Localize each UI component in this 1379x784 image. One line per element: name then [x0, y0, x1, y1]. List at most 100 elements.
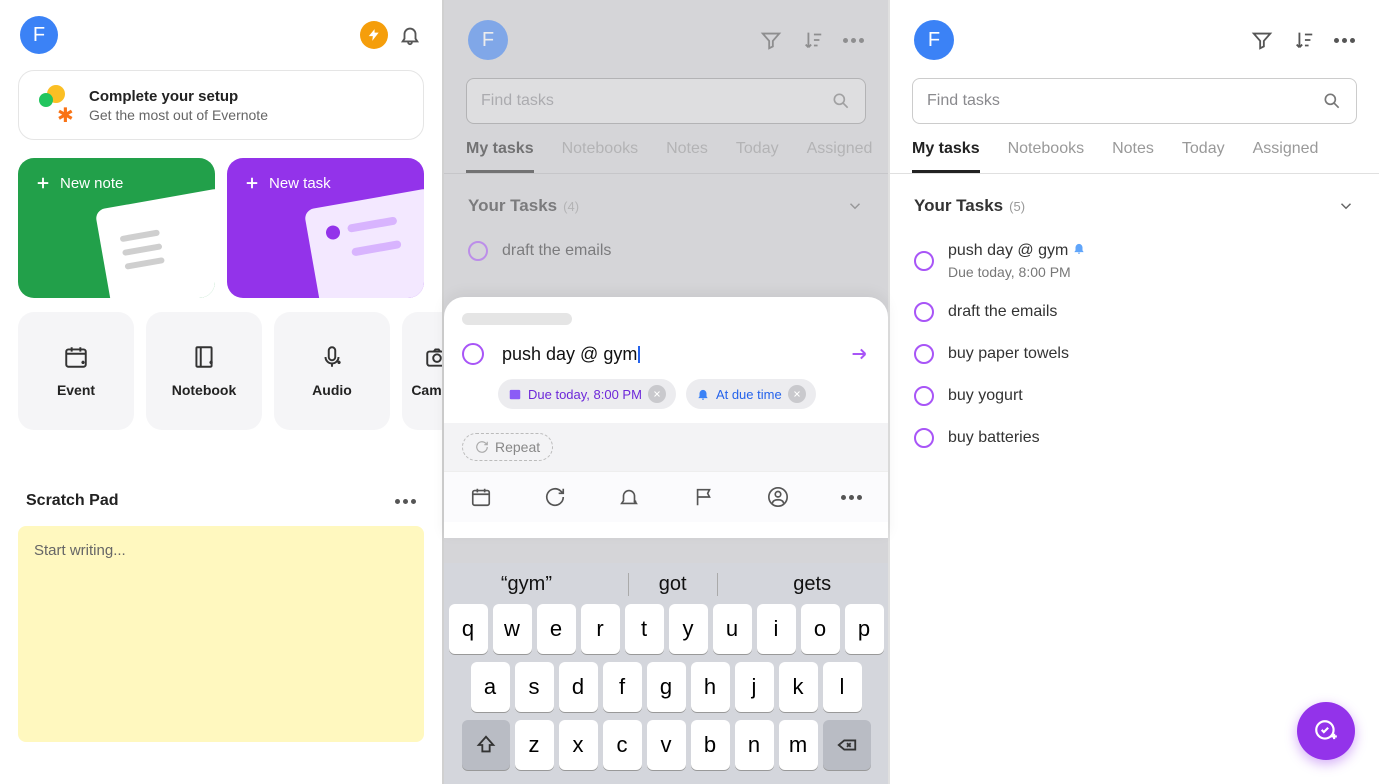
repeat-action-icon[interactable]: [544, 486, 566, 508]
task-checkbox[interactable]: [914, 344, 934, 364]
drag-handle[interactable]: [462, 313, 572, 325]
key-g[interactable]: g: [647, 662, 686, 712]
key-x[interactable]: x: [559, 720, 598, 770]
key-u[interactable]: u: [713, 604, 752, 654]
task-row[interactable]: buy yogurt: [890, 375, 1379, 417]
assign-action-icon[interactable]: [767, 486, 789, 508]
key-w[interactable]: w: [493, 604, 532, 654]
tab-mytasks[interactable]: My tasks: [912, 140, 980, 173]
shift-key[interactable]: [462, 720, 510, 770]
task-checkbox[interactable]: [914, 386, 934, 406]
task-title-input[interactable]: push day @ gym: [502, 344, 637, 365]
task-checkbox[interactable]: [914, 302, 934, 322]
key-r[interactable]: r: [581, 604, 620, 654]
setup-banner[interactable]: Complete your setup Get the most out of …: [18, 70, 424, 140]
avatar[interactable]: F: [914, 20, 954, 60]
task-group-header[interactable]: Your Tasks(4): [444, 174, 888, 230]
filter-icon[interactable]: [1250, 28, 1274, 52]
tab-mytasks[interactable]: My tasks: [466, 140, 534, 173]
avatar[interactable]: F: [20, 16, 58, 54]
task-row[interactable]: push day @ gymDue today, 8:00 PM: [890, 230, 1379, 291]
suggestion[interactable]: got: [628, 573, 718, 596]
task-checkbox[interactable]: [462, 343, 484, 365]
sort-icon[interactable]: [801, 28, 825, 52]
key-y[interactable]: y: [669, 604, 708, 654]
key-z[interactable]: z: [515, 720, 554, 770]
submit-arrow-icon[interactable]: [848, 343, 870, 365]
home-header: F: [0, 0, 442, 70]
remove-chip-icon[interactable]: [648, 385, 666, 403]
task-group-title: Your Tasks: [468, 196, 557, 215]
task-row[interactable]: buy paper towels: [890, 333, 1379, 375]
search-input[interactable]: Find tasks: [912, 78, 1357, 124]
reminder-action-icon[interactable]: [618, 486, 640, 508]
repeat-button[interactable]: Repeat: [462, 433, 553, 461]
key-k[interactable]: k: [779, 662, 818, 712]
new-task-fab[interactable]: [1297, 702, 1355, 760]
notification-icon[interactable]: [398, 23, 422, 47]
key-p[interactable]: p: [845, 604, 884, 654]
more-icon[interactable]: [1334, 38, 1355, 43]
key-c[interactable]: c: [603, 720, 642, 770]
key-f[interactable]: f: [603, 662, 642, 712]
suggestion[interactable]: “gym”: [471, 573, 582, 596]
task-checkbox[interactable]: [914, 428, 934, 448]
new-note-card[interactable]: New note: [18, 158, 215, 298]
remove-chip-icon[interactable]: [788, 385, 806, 403]
key-a[interactable]: a: [471, 662, 510, 712]
reminder-chip[interactable]: At due time: [686, 379, 816, 409]
task-checkbox[interactable]: [468, 241, 488, 261]
search-input[interactable]: Find tasks: [466, 78, 866, 124]
key-i[interactable]: i: [757, 604, 796, 654]
calendar-action-icon[interactable]: [470, 486, 492, 508]
filter-icon[interactable]: [759, 28, 783, 52]
task-row[interactable]: draft the emails: [890, 291, 1379, 333]
tab-notes[interactable]: Notes: [666, 140, 708, 173]
key-m[interactable]: m: [779, 720, 818, 770]
task-group-header[interactable]: Your Tasks(5): [890, 174, 1379, 230]
sort-icon[interactable]: [1292, 28, 1316, 52]
quick-audio-button[interactable]: Audio: [274, 312, 390, 430]
key-b[interactable]: b: [691, 720, 730, 770]
tab-notebooks[interactable]: Notebooks: [1008, 140, 1085, 173]
more-icon[interactable]: [395, 499, 416, 504]
tab-today[interactable]: Today: [736, 140, 779, 173]
tab-assigned[interactable]: Assigned: [1253, 140, 1319, 173]
key-s[interactable]: s: [515, 662, 554, 712]
scratch-pad[interactable]: Start writing...: [18, 526, 424, 742]
quick-notebook-button[interactable]: Notebook: [146, 312, 262, 430]
task-group-title: Your Tasks: [914, 196, 1003, 215]
more-icon[interactable]: [841, 486, 862, 508]
tab-notebooks[interactable]: Notebooks: [562, 140, 639, 173]
plus-icon: [34, 174, 52, 192]
due-date-chip[interactable]: Due today, 8:00 PM: [498, 379, 676, 409]
task-title: buy yogurt: [948, 387, 1023, 405]
key-h[interactable]: h: [691, 662, 730, 712]
quick-event-button[interactable]: Event: [18, 312, 134, 430]
key-t[interactable]: t: [625, 604, 664, 654]
key-j[interactable]: j: [735, 662, 774, 712]
key-n[interactable]: n: [735, 720, 774, 770]
task-row[interactable]: draft the emails: [444, 230, 888, 272]
more-icon[interactable]: [843, 38, 864, 43]
new-task-card[interactable]: New task: [227, 158, 424, 298]
upgrade-icon[interactable]: [360, 21, 388, 49]
key-d[interactable]: d: [559, 662, 598, 712]
avatar[interactable]: F: [468, 20, 508, 60]
search-icon: [831, 91, 851, 111]
key-v[interactable]: v: [647, 720, 686, 770]
tab-assigned[interactable]: Assigned: [807, 140, 873, 173]
quick-camera-button[interactable]: Camera: [402, 312, 442, 430]
key-o[interactable]: o: [801, 604, 840, 654]
key-e[interactable]: e: [537, 604, 576, 654]
flag-action-icon[interactable]: [693, 486, 715, 508]
tab-notes[interactable]: Notes: [1112, 140, 1154, 173]
backspace-key[interactable]: [823, 720, 871, 770]
tab-today[interactable]: Today: [1182, 140, 1225, 173]
task-row[interactable]: buy batteries: [890, 417, 1379, 459]
key-l[interactable]: l: [823, 662, 862, 712]
suggestion[interactable]: gets: [763, 573, 861, 596]
task-checkbox[interactable]: [914, 251, 934, 271]
tasks-header: F: [890, 0, 1379, 78]
key-q[interactable]: q: [449, 604, 488, 654]
